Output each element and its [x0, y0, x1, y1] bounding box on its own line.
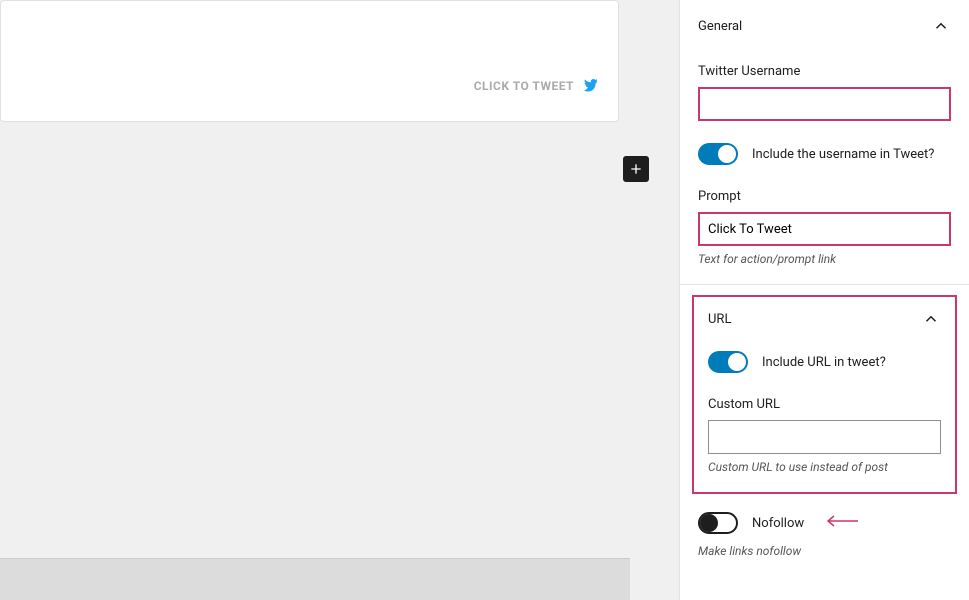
tweet-action[interactable]: CLICK TO TWEET	[474, 79, 600, 93]
tweet-prompt-text: CLICK TO TWEET	[474, 79, 574, 93]
nofollow-toggle-row: Nofollow	[680, 494, 969, 536]
twitter-icon	[582, 79, 600, 93]
nofollow-label: Nofollow	[752, 516, 804, 531]
custom-url-help: Custom URL to use instead of post	[708, 460, 941, 474]
chevron-up-icon	[931, 16, 951, 36]
click-to-tweet-block[interactable]: CLICK TO TWEET	[0, 0, 619, 122]
general-panel-title: General	[698, 19, 742, 34]
custom-url-input[interactable]	[708, 420, 941, 454]
prompt-help: Text for action/prompt link	[698, 252, 951, 266]
include-url-label: Include URL in tweet?	[762, 355, 886, 370]
nofollow-toggle[interactable]	[698, 512, 738, 534]
include-url-toggle-row: Include URL in tweet?	[708, 351, 941, 373]
include-username-toggle-row: Include the username in Tweet?	[698, 143, 951, 165]
chevron-up-icon	[921, 309, 941, 329]
include-url-toggle[interactable]	[708, 351, 748, 373]
include-username-toggle[interactable]	[698, 143, 738, 165]
general-panel: General Twitter Username Include the use…	[680, 0, 969, 285]
url-panel: URL Include URL in tweet? Custom URL Cus…	[692, 295, 957, 494]
editor-footer-bar	[0, 558, 630, 600]
editor-canvas: CLICK TO TWEET	[0, 0, 679, 600]
prompt-input[interactable]	[698, 212, 951, 246]
block-settings-sidebar: General Twitter Username Include the use…	[679, 0, 969, 600]
twitter-username-input[interactable]	[698, 87, 951, 121]
custom-url-label: Custom URL	[708, 397, 941, 412]
general-panel-header[interactable]: General	[698, 16, 951, 36]
nofollow-help: Make links nofollow	[680, 542, 969, 576]
twitter-username-label: Twitter Username	[698, 64, 951, 79]
arrow-left-icon	[824, 514, 860, 532]
url-panel-title: URL	[708, 312, 731, 327]
url-panel-header[interactable]: URL	[708, 309, 941, 329]
prompt-label: Prompt	[698, 189, 951, 204]
plus-icon	[628, 161, 644, 177]
add-block-button[interactable]	[623, 156, 649, 182]
include-username-label: Include the username in Tweet?	[752, 147, 934, 162]
